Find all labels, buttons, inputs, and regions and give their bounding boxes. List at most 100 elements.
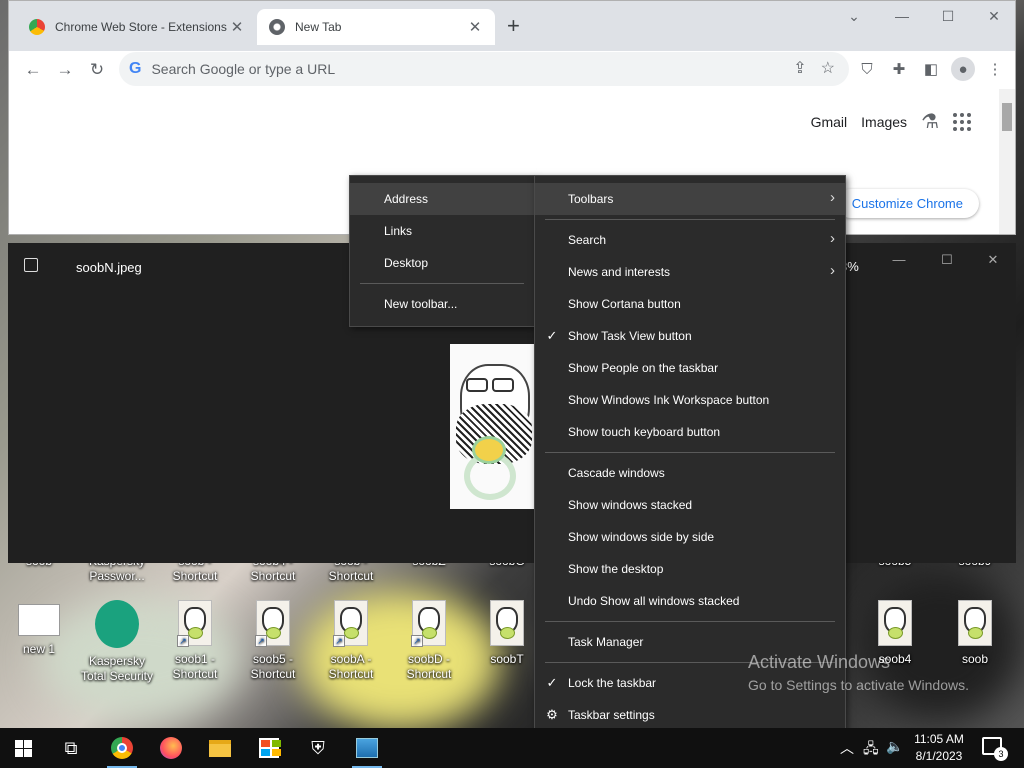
- menu-item-links[interactable]: Links: [350, 215, 534, 247]
- bookmark-star-icon[interactable]: ☆: [821, 58, 835, 78]
- menu-item-stacked[interactable]: Show windows stacked: [535, 489, 845, 521]
- menu-item-label: Show touch keyboard button: [568, 425, 721, 439]
- toolbars-submenu: Address Links Desktop New toolbar...: [349, 175, 535, 327]
- desktop-icon-soob1[interactable]: ↗ soob1 - Shortcut: [157, 600, 233, 682]
- menu-item-undo-stacked[interactable]: Undo Show all windows stacked: [535, 585, 845, 617]
- store-bag-icon: [259, 738, 281, 758]
- icon-label-shortcut: Shortcut: [172, 667, 218, 681]
- action-center-icon[interactable]: 3: [982, 737, 1008, 761]
- google-apps-icon[interactable]: [953, 112, 971, 131]
- soob-image-icon: ↗: [411, 600, 446, 647]
- taskbar-store-icon[interactable]: [246, 728, 292, 768]
- taskbar-security-shield-icon[interactable]: ⛨: [295, 728, 341, 768]
- desktop-icon-soob4[interactable]: soob4: [857, 600, 933, 667]
- menu-item-cascade[interactable]: Cascade windows: [535, 457, 845, 489]
- menu-item-label: Desktop: [384, 256, 429, 270]
- ublock-shield-icon[interactable]: ⛉: [855, 57, 879, 81]
- maximize-icon[interactable]: ☐: [924, 251, 970, 269]
- menu-item-ink-workspace[interactable]: Show Windows Ink Workspace button: [535, 384, 845, 416]
- menu-item-label: Task Manager: [568, 635, 644, 649]
- taskbar-file-explorer-icon[interactable]: [197, 728, 243, 768]
- show-hidden-icons-chevron-icon[interactable]: ︿: [840, 738, 854, 758]
- desktop-icon-kaspersky[interactable]: Kaspersky Total Security: [79, 600, 155, 684]
- taskbar-chrome-icon[interactable]: [99, 728, 145, 768]
- menu-item-taskbar-settings[interactable]: ⚙ Taskbar settings: [535, 699, 845, 731]
- menu-item-label: Show Cortana button: [568, 297, 681, 311]
- icon-label: soob1 -: [174, 652, 216, 666]
- photo-title: soobN.jpeg: [76, 260, 142, 275]
- volume-icon[interactable]: 🔈: [886, 738, 903, 755]
- scrollbar-thumb[interactable]: [1002, 103, 1012, 131]
- menu-item-cortana[interactable]: Show Cortana button: [535, 288, 845, 320]
- minimize-icon[interactable]: —: [876, 251, 922, 269]
- close-tab-icon[interactable]: ✕: [229, 18, 245, 36]
- omnibox-input[interactable]: [151, 61, 752, 77]
- menu-item-label: Show Task View button: [568, 329, 692, 343]
- menu-item-desktop[interactable]: Desktop: [350, 247, 534, 279]
- menu-item-task-view[interactable]: ✓ Show Task View button: [535, 320, 845, 352]
- minimize-icon[interactable]: —: [879, 6, 925, 26]
- menu-item-news[interactable]: News and interests ›: [535, 256, 845, 288]
- gmail-link[interactable]: Gmail: [811, 114, 848, 130]
- clock-time: 11:05 AM: [914, 732, 964, 746]
- back-arrow-icon[interactable]: ←: [17, 56, 49, 84]
- menu-item-task-manager[interactable]: Task Manager: [535, 626, 845, 658]
- forward-arrow-icon[interactable]: →: [49, 56, 81, 84]
- taskbar-photos-icon[interactable]: [344, 728, 390, 768]
- menu-item-label: Cascade windows: [568, 466, 665, 480]
- icon-label-shortcut: Shortcut: [250, 667, 296, 681]
- page-scrollbar[interactable]: [999, 89, 1015, 234]
- photo-app-icon: [24, 258, 38, 272]
- extensions-puzzle-icon[interactable]: ✚: [887, 57, 911, 81]
- new-tab-plus-icon[interactable]: +: [507, 14, 520, 38]
- menu-kebab-icon[interactable]: ⋮: [983, 57, 1007, 81]
- tab-chrome-web-store[interactable]: Chrome Web Store - Extensions ✕: [17, 9, 257, 45]
- images-link[interactable]: Images: [861, 114, 907, 130]
- menu-item-side-by-side[interactable]: Show windows side by side: [535, 521, 845, 553]
- menu-separator: [545, 662, 835, 663]
- menu-item-people[interactable]: Show People on the taskbar: [535, 352, 845, 384]
- menu-separator: [545, 452, 835, 453]
- close-window-icon[interactable]: ✕: [971, 6, 1015, 26]
- menu-item-label: News and interests: [568, 265, 671, 279]
- menu-separator: [360, 283, 524, 284]
- desktop-icon-soob5[interactable]: ↗ soob5 - Shortcut: [235, 600, 311, 682]
- clock-date: 8/1/2023: [915, 749, 963, 763]
- side-panel-icon[interactable]: ◧: [919, 57, 943, 81]
- menu-item-new-toolbar[interactable]: New toolbar...: [350, 288, 534, 320]
- address-bar[interactable]: G ⇪ ☆: [119, 52, 849, 86]
- tab-new-tab[interactable]: New Tab ✕: [257, 9, 495, 45]
- menu-item-label: Show windows side by side: [568, 530, 715, 544]
- profile-avatar-icon[interactable]: ●: [951, 57, 975, 81]
- soob-image-icon: ↗: [333, 600, 368, 647]
- desktop-icon-sooba[interactable]: ↗ soobA - Shortcut: [313, 600, 389, 682]
- menu-item-address[interactable]: Address: [350, 183, 534, 215]
- menu-item-show-desktop[interactable]: Show the desktop: [535, 553, 845, 585]
- reload-icon[interactable]: ↻: [81, 56, 113, 84]
- close-tab-icon[interactable]: ✕: [467, 18, 483, 36]
- desktop-icon-soobd[interactable]: ↗ soobD - Shortcut: [391, 600, 467, 682]
- soob-image-icon: [958, 600, 992, 646]
- close-window-icon[interactable]: ✕: [970, 251, 1016, 269]
- task-view-icon[interactable]: ⧉: [48, 728, 94, 768]
- menu-item-search[interactable]: Search ›: [535, 224, 845, 256]
- menu-item-toolbars[interactable]: Toolbars ›: [535, 183, 845, 215]
- start-button[interactable]: [0, 728, 46, 768]
- tab-search-chevron-icon[interactable]: ⌄: [831, 6, 877, 26]
- file-icon: [18, 604, 60, 636]
- icon-label-shortcut: Shortcut: [328, 667, 374, 681]
- taskbar-firefox-icon[interactable]: [148, 728, 194, 768]
- customize-chrome-button[interactable]: Customize Chrome: [835, 189, 979, 218]
- maximize-icon[interactable]: ☐: [925, 6, 971, 26]
- icon-label-shortcut: Shortcut: [406, 667, 452, 681]
- submenu-chevron-icon: ›: [830, 262, 835, 279]
- menu-item-lock-taskbar[interactable]: ✓ Lock the taskbar: [535, 667, 845, 699]
- clock[interactable]: 11:05 AM 8/1/2023: [910, 731, 968, 765]
- network-icon[interactable]: 🖧: [863, 738, 879, 762]
- labs-flask-icon[interactable]: ⚗: [921, 109, 939, 134]
- desktop-icon-soob[interactable]: soob: [937, 600, 1013, 667]
- desktop-icon-new1[interactable]: new 1: [1, 604, 77, 657]
- menu-item-touch-keyboard[interactable]: Show touch keyboard button: [535, 416, 845, 448]
- share-icon[interactable]: ⇪: [793, 58, 806, 78]
- menu-separator: [545, 621, 835, 622]
